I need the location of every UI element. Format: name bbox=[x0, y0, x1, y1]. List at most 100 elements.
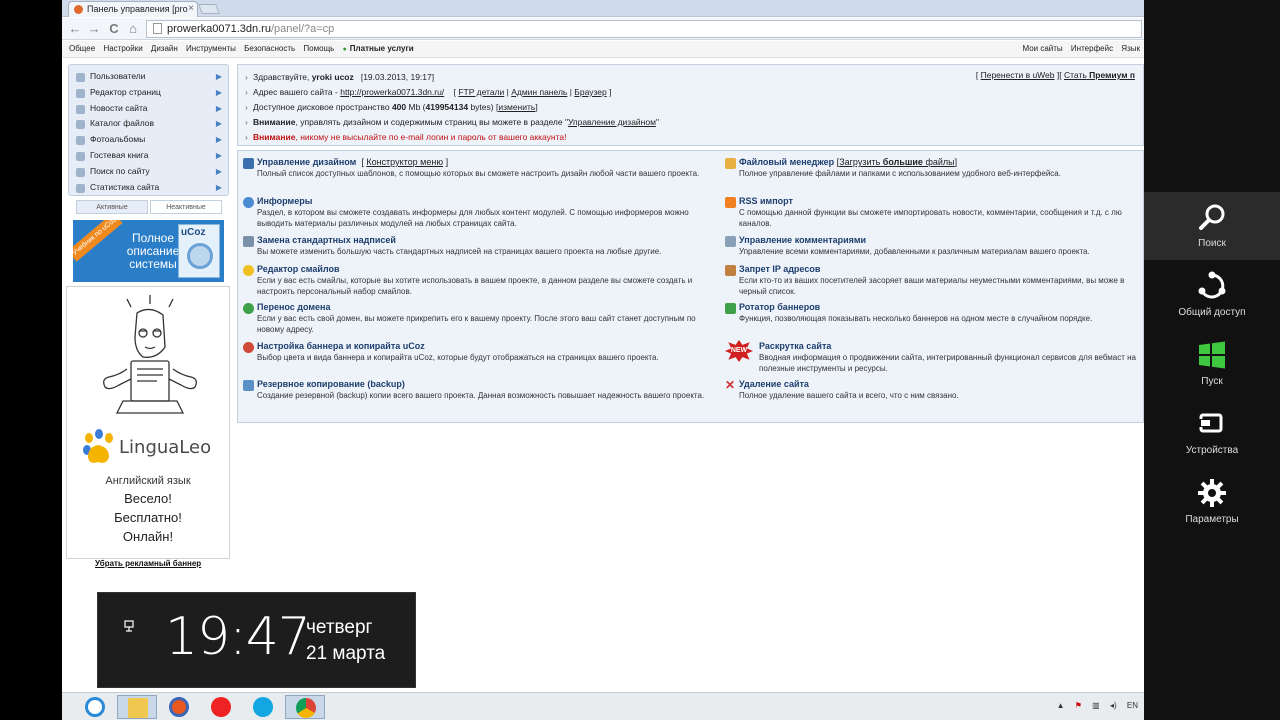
become-premium-link[interactable]: Стать Премиум п bbox=[1064, 70, 1135, 80]
module-tabs: Активные Неактивные bbox=[76, 200, 230, 214]
tray-language[interactable]: EN bbox=[1127, 701, 1138, 710]
thinking-man-illustration bbox=[103, 295, 197, 414]
tray-volume-icon[interactable]: ◂) bbox=[1110, 701, 1117, 710]
tray-up-arrow-icon[interactable]: ▲ bbox=[1057, 701, 1065, 710]
charm-share[interactable]: Общий доступ bbox=[1144, 261, 1280, 329]
back-arrow-icon[interactable]: ← bbox=[67, 21, 83, 37]
ad-line-free: Бесплатно! bbox=[114, 510, 182, 525]
design-management-link[interactable]: Управление дизайном bbox=[568, 117, 656, 127]
feature-text: Раздел, в котором вы сможете создавать и… bbox=[257, 208, 689, 228]
menu-general[interactable]: Общее bbox=[69, 44, 95, 53]
menu-tools[interactable]: Инструменты bbox=[186, 44, 236, 53]
premium-prefix: Стать bbox=[1063, 70, 1087, 80]
feature-title: Управление комментариями bbox=[739, 235, 867, 245]
disk-mb: 400 bbox=[391, 102, 407, 112]
menu-settings[interactable]: Настройки bbox=[103, 44, 142, 53]
taskbar-internet-explorer[interactable] bbox=[75, 695, 115, 719]
taskbar-chrome[interactable] bbox=[285, 695, 325, 719]
menu-paid-services[interactable]: Платные услуги bbox=[343, 44, 414, 53]
menu-my-sites[interactable]: Мои сайты bbox=[1022, 44, 1062, 53]
sidebar-item-site-search[interactable]: Поиск по сайту ▶ bbox=[73, 164, 224, 180]
browser-link[interactable]: Браузер bbox=[574, 87, 606, 97]
menu-constructor-link[interactable]: Конструктор меню bbox=[366, 157, 443, 167]
login-datetime: [19.03.2013, 19:17] bbox=[360, 72, 435, 82]
lingualeo-brand: LinguaLeo bbox=[119, 437, 212, 458]
tab-inactive-modules[interactable]: Неактивные bbox=[150, 200, 222, 214]
disk-space-line: Доступное дисковое пространство 400 Mb (… bbox=[245, 100, 1136, 115]
sidebar-item-photo-albums[interactable]: Фотоальбомы ▶ bbox=[73, 132, 224, 148]
clock-weekday: четверг bbox=[306, 617, 373, 638]
taskbar-yandex[interactable] bbox=[201, 695, 241, 719]
charm-start[interactable]: Пуск bbox=[1144, 330, 1280, 398]
tray-network-icon[interactable]: ▥ bbox=[1092, 701, 1100, 710]
username: yroki ucoz bbox=[311, 72, 354, 82]
sidebar-item-statistics[interactable]: Статистика сайта ▶ bbox=[73, 180, 224, 196]
informers-icon bbox=[243, 197, 254, 208]
photo-icon bbox=[76, 136, 85, 146]
ad-line-online: Онлайн! bbox=[122, 529, 174, 544]
menu-security[interactable]: Безопасность bbox=[244, 44, 295, 53]
forward-arrow-icon[interactable]: → bbox=[86, 21, 102, 37]
sidebar-item-page-editor[interactable]: Редактор страниц ▶ bbox=[73, 85, 224, 101]
tray-flag-icon[interactable]: ⚑ bbox=[1075, 701, 1082, 710]
ad-line-fun: Весело! bbox=[124, 491, 172, 506]
charm-search[interactable]: Поиск bbox=[1144, 192, 1280, 260]
browser-tab[interactable]: Панель управления [pro × bbox=[68, 1, 198, 17]
tab-active-modules[interactable]: Активные bbox=[76, 200, 148, 214]
disc-icon bbox=[187, 243, 213, 269]
ftp-details-link[interactable]: FTP детали bbox=[458, 87, 504, 97]
disk-bytes: 419954134 bbox=[425, 102, 469, 112]
charm-settings[interactable]: Параметры bbox=[1144, 468, 1280, 536]
feature-text: С помощью данной функции вы сможете импо… bbox=[739, 208, 1122, 228]
feature-title: Резервное копирование (backup) bbox=[257, 379, 405, 389]
smile-icon bbox=[243, 265, 254, 276]
reload-icon[interactable]: C bbox=[106, 21, 122, 37]
taskbar-file-explorer[interactable] bbox=[117, 695, 157, 719]
folder-icon bbox=[128, 698, 148, 718]
address-bar[interactable]: prowerka0071.3dn.ru/panel/?a=cp bbox=[146, 20, 1142, 38]
feature-title-text: Управление дизайном bbox=[257, 157, 357, 167]
sidebar-item-users[interactable]: Пользователи ▶ bbox=[73, 69, 224, 85]
sidebar-item-file-catalog[interactable]: Каталог файлов ▶ bbox=[73, 116, 224, 132]
firefox-icon bbox=[169, 697, 189, 717]
sidebar-item-guestbook[interactable]: Гостевая книга ▶ bbox=[73, 148, 224, 164]
ucoz-manual-banner[interactable]: Учебник по uCoz Полное описание системы … bbox=[73, 220, 224, 282]
sidebar-item-news[interactable]: Новости сайта ▶ bbox=[73, 101, 224, 117]
taskbar-skype[interactable] bbox=[243, 695, 283, 719]
delete-x-icon: ✕ bbox=[725, 378, 736, 392]
charm-label: Общий доступ bbox=[1178, 307, 1246, 318]
upload-large-files-link[interactable]: Загрузить большие файлы bbox=[839, 157, 954, 167]
site-address-link[interactable]: http://prowerka0071.3dn.ru/ bbox=[340, 87, 444, 97]
devices-icon bbox=[1199, 413, 1223, 433]
menu-help[interactable]: Помощь bbox=[303, 44, 334, 53]
warning-text: , управлять дизайном и содержимым страни… bbox=[295, 117, 568, 127]
arrow-right-icon: ▶ bbox=[215, 150, 222, 160]
admin-panel-link[interactable]: Админ панель bbox=[511, 87, 567, 97]
menu-language[interactable]: Язык bbox=[1121, 44, 1140, 53]
disk-mb-unit: Mb bbox=[408, 102, 421, 112]
disk-change-link[interactable]: изменить bbox=[498, 102, 535, 112]
move-to-uweb-link[interactable]: Перенести в uWeb bbox=[981, 70, 1055, 80]
new-badge-icon: NEW bbox=[725, 340, 753, 362]
search-icon bbox=[76, 167, 85, 177]
windows-start-icon bbox=[1199, 341, 1225, 369]
tab-close-icon[interactable]: × bbox=[188, 3, 194, 14]
panel-menubar: Общее Настройки Дизайн Инструменты Безоп… bbox=[62, 41, 1144, 58]
design-icon bbox=[243, 158, 254, 169]
home-icon[interactable]: ⌂ bbox=[125, 21, 141, 37]
screen-left-border bbox=[0, 0, 62, 720]
new-tab-button[interactable] bbox=[198, 4, 220, 14]
file-catalog-icon bbox=[76, 120, 85, 130]
feature-text: Если у вас есть смайлы, которые вы хотит… bbox=[257, 276, 693, 296]
lingualeo-ad-banner[interactable]: LinguaLeo Английский язык Весело! Беспла… bbox=[66, 286, 230, 559]
upload-bold: большие bbox=[882, 157, 923, 167]
search-icon bbox=[1199, 204, 1225, 230]
charm-devices[interactable]: Устройства bbox=[1144, 399, 1280, 467]
browser-window: Панель управления [pro × ← → C ⌂ prowerk… bbox=[62, 0, 1144, 692]
menu-design[interactable]: Дизайн bbox=[151, 44, 178, 53]
tab-title: Панель управления [pro bbox=[87, 4, 188, 14]
taskbar-firefox[interactable] bbox=[159, 695, 199, 719]
menu-interface[interactable]: Интерфейс bbox=[1071, 44, 1113, 53]
feature-text: Если кто-то из ваших посетителей засоряе… bbox=[739, 276, 1125, 296]
remove-ad-link[interactable]: Убрать рекламный баннер bbox=[95, 559, 201, 568]
